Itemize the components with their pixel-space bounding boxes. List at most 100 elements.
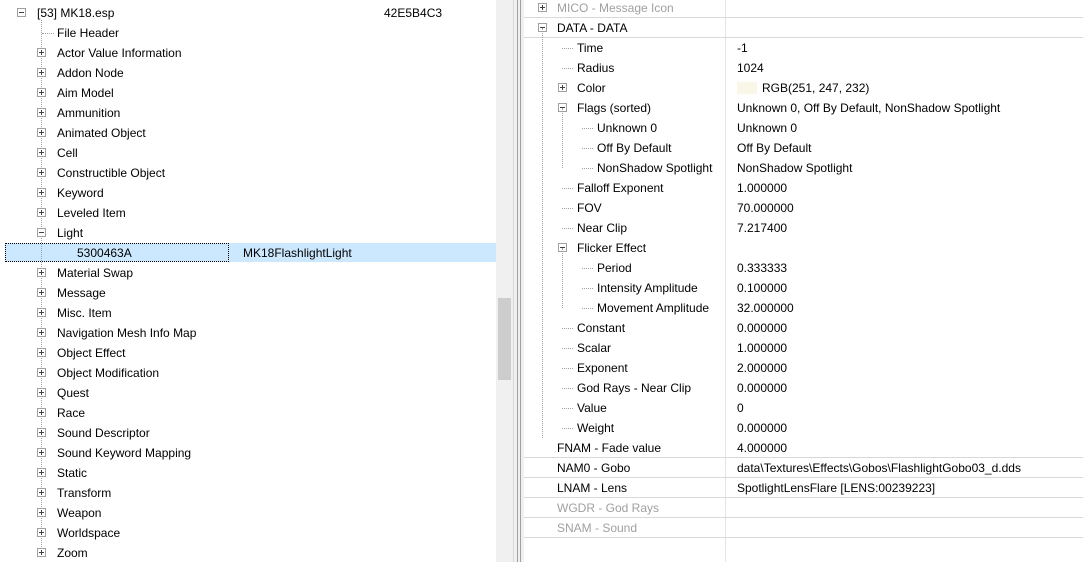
record-field-nam0-gobo[interactable]: NAM0 - Gobo data\Textures\Effects\Gobos\F… (524, 458, 1083, 478)
record-field-data-data[interactable]: DATA - DATA (524, 18, 1083, 38)
expand-icon[interactable] (37, 68, 46, 77)
expand-icon[interactable] (37, 548, 46, 557)
tree-item-weapon[interactable]: Weapon (0, 503, 496, 523)
field-value: Unknown 0 (737, 121, 798, 135)
record-field-period[interactable]: Period 0.333333 (524, 258, 1083, 278)
tree-item-label: Constructible Object (57, 166, 166, 180)
record-field-snam-sound[interactable]: SNAM - Sound (524, 518, 1083, 538)
expand-icon[interactable] (37, 388, 46, 397)
expand-icon[interactable] (37, 468, 46, 477)
record-field-fov[interactable]: FOV 70.000000 (524, 198, 1083, 218)
tree-root-plugin[interactable]: [53] MK18.esp 42E5B4C3 (0, 3, 496, 23)
record-field-unknown-0[interactable]: Unknown 0 Unknown 0 (524, 118, 1083, 138)
record-field-scalar[interactable]: Scalar 1.000000 (524, 338, 1083, 358)
tree-item-addon-node[interactable]: Addon Node (0, 63, 496, 83)
expand-icon[interactable] (37, 48, 46, 57)
tree-item-material-swap[interactable]: Material Swap (0, 263, 496, 283)
record-view-panel: MICO - Message Icon DATA - DATA Time -1 Radi… (524, 0, 1083, 562)
expand-icon[interactable] (37, 288, 46, 297)
record-field-radius[interactable]: Radius 1024 (524, 58, 1083, 78)
record-field-mico-message-icon[interactable]: MICO - Message Icon (524, 0, 1083, 18)
tree-item-quest[interactable]: Quest (0, 383, 496, 403)
record-field-fnam-fade-value[interactable]: FNAM - Fade value 4.000000 (524, 438, 1083, 458)
record-field-off-by-default[interactable]: Off By Default Off By Default (524, 138, 1083, 158)
expand-icon[interactable] (37, 308, 46, 317)
tree-item-static[interactable]: Static (0, 463, 496, 483)
expand-icon[interactable] (37, 488, 46, 497)
expand-icon[interactable] (37, 328, 46, 337)
tree-item-label: Ammunition (57, 106, 121, 120)
tree-item-sound-descriptor[interactable]: Sound Descriptor (0, 423, 496, 443)
record-field-lnam-lens[interactable]: LNAM - Lens SpotlightLensFlare [LENS:0023… (524, 478, 1083, 498)
expand-icon[interactable] (37, 528, 46, 537)
tree-item-label: Actor Value Information (57, 46, 182, 60)
record-field-intensity-amplitude[interactable]: Intensity Amplitude 0.100000 (524, 278, 1083, 298)
tree-connector (562, 388, 573, 389)
tree-guide-line (562, 108, 563, 168)
tree-item-light[interactable]: Light (0, 223, 496, 243)
expand-icon[interactable] (37, 188, 46, 197)
tree-record-selected[interactable]: 5300463A MK18FlashlightLight (0, 243, 496, 263)
expand-icon[interactable] (37, 348, 46, 357)
tree-connector (562, 188, 573, 189)
tree-item-sound-keyword-mapping[interactable]: Sound Keyword Mapping (0, 443, 496, 463)
expand-icon[interactable] (37, 268, 46, 277)
record-field-time[interactable]: Time -1 (524, 38, 1083, 58)
expand-icon[interactable] (37, 448, 46, 457)
expand-icon[interactable] (37, 148, 46, 157)
tree-item-file-header[interactable]: File Header (0, 23, 496, 43)
record-field-near-clip[interactable]: Near Clip 7.217400 (524, 218, 1083, 238)
expand-icon[interactable] (558, 83, 567, 92)
tree-item-object-effect[interactable]: Object Effect (0, 343, 496, 363)
tree-item-navigation-mesh-info-map[interactable]: Navigation Mesh Info Map (0, 323, 496, 343)
expand-icon[interactable] (37, 508, 46, 517)
record-field-god-rays-near-clip[interactable]: God Rays - Near Clip 0.000000 (524, 378, 1083, 398)
tree-item-zoom[interactable]: Zoom (0, 543, 496, 562)
record-field-weight[interactable]: Weight 0.000000 (524, 418, 1083, 438)
expand-icon[interactable] (37, 208, 46, 217)
record-field-flicker-effect[interactable]: Flicker Effect (524, 238, 1083, 258)
tree-item-keyword[interactable]: Keyword (0, 183, 496, 203)
record-field-constant[interactable]: Constant 0.000000 (524, 318, 1083, 338)
tree-item-misc-item[interactable]: Misc. Item (0, 303, 496, 323)
tree-item-leveled-item[interactable]: Leveled Item (0, 203, 496, 223)
record-field-wgdr-god-rays[interactable]: WGDR - God Rays (524, 498, 1083, 518)
record-field-exponent[interactable]: Exponent 2.000000 (524, 358, 1083, 378)
expand-icon[interactable] (37, 108, 46, 117)
tree-item-cell[interactable]: Cell (0, 143, 496, 163)
tree-item-animated-object[interactable]: Animated Object (0, 123, 496, 143)
tree-item-race[interactable]: Race (0, 403, 496, 423)
expand-icon[interactable] (37, 168, 46, 177)
tree-item-aim-model[interactable]: Aim Model (0, 83, 496, 103)
record-field-movement-amplitude[interactable]: Movement Amplitude 32.000000 (524, 298, 1083, 318)
record-field-nonshadow-spotlight[interactable]: NonShadow Spotlight NonShadow Spotlight (524, 158, 1083, 178)
collapse-icon[interactable] (37, 228, 46, 237)
tree-vertical-scrollbar[interactable] (496, 0, 513, 562)
tree-item-constructible-object[interactable]: Constructible Object (0, 163, 496, 183)
tree-connector (582, 148, 593, 149)
tree-item-actor-value-information[interactable]: Actor Value Information (0, 43, 496, 63)
panel-splitter[interactable] (513, 0, 524, 562)
tree-connector (562, 428, 573, 429)
expand-icon[interactable] (37, 368, 46, 377)
field-name: LNAM - Lens (557, 481, 628, 495)
expand-icon[interactable] (37, 128, 46, 137)
scrollbar-thumb[interactable] (498, 298, 511, 380)
record-field-value[interactable]: Value 0 (524, 398, 1083, 418)
tree-item-message[interactable]: Message (0, 283, 496, 303)
expand-icon[interactable] (37, 428, 46, 437)
tree-item-ammunition[interactable]: Ammunition (0, 103, 496, 123)
record-field-flags-sorted[interactable]: Flags (sorted) Unknown 0, Off By Default,… (524, 98, 1083, 118)
collapse-icon[interactable] (17, 8, 26, 17)
expand-icon[interactable] (37, 88, 46, 97)
record-field-falloff-exponent[interactable]: Falloff Exponent 1.000000 (524, 178, 1083, 198)
tree-item-label: Object Effect (57, 346, 126, 360)
tree-item-worldspace[interactable]: Worldspace (0, 523, 496, 543)
tree-item-object-modification[interactable]: Object Modification (0, 363, 496, 383)
record-field-color[interactable]: Color RGB(251, 247, 232) (524, 78, 1083, 98)
expand-icon[interactable] (37, 408, 46, 417)
expand-icon[interactable] (538, 3, 547, 12)
tree-item-transform[interactable]: Transform (0, 483, 496, 503)
tree-connector (562, 368, 573, 369)
tree-item-label: Keyword (57, 186, 104, 200)
